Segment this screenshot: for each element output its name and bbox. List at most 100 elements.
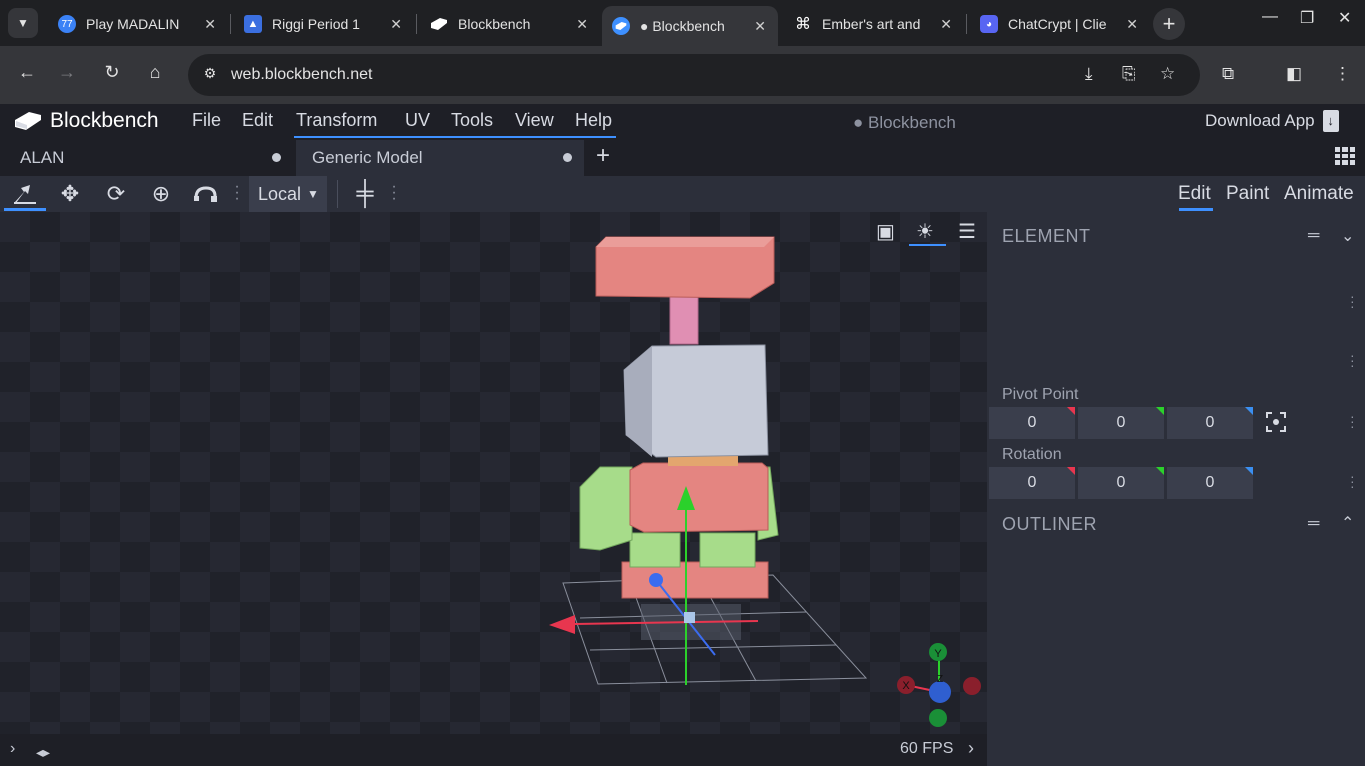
browser-tab[interactable]: ▲ Riggi Period 1 ✕ xyxy=(234,6,414,42)
model-torso-cube[interactable] xyxy=(629,462,769,533)
download-app-button[interactable]: Download App ↓ xyxy=(1205,110,1339,132)
model-scene[interactable]: Y X Z xyxy=(0,212,987,734)
model-right-leg[interactable] xyxy=(699,532,756,568)
lighting-icon[interactable]: ☀ xyxy=(916,219,934,244)
unsaved-dot-icon[interactable] xyxy=(563,153,572,162)
extensions-icon[interactable]: ⧉ xyxy=(1222,64,1234,84)
chevron-up-icon[interactable]: ⌃ xyxy=(1341,513,1354,533)
browser-tab-active[interactable]: ● Blockbench ✕ xyxy=(602,6,778,46)
model-left-arm[interactable] xyxy=(579,466,633,551)
browser-tab[interactable]: ◕ ChatCrypt | Clie ✕ xyxy=(970,6,1150,42)
rotate-tool-icon[interactable]: ⟳ xyxy=(101,180,131,208)
grid-view-icon[interactable] xyxy=(1335,147,1355,165)
background-image-icon[interactable]: ▣ xyxy=(876,219,895,244)
side-panel-icon[interactable]: ◧ xyxy=(1286,64,1302,84)
browser-tab[interactable]: Blockbench ✕ xyxy=(420,6,600,42)
project-tab-alan[interactable]: ALAN xyxy=(0,140,296,176)
chevron-down-icon[interactable]: ⌄ xyxy=(1341,226,1354,246)
panel-more-icon[interactable]: · · · xyxy=(1350,348,1355,372)
close-icon[interactable]: ✕ xyxy=(204,16,216,33)
unsaved-dot-icon[interactable] xyxy=(272,153,281,162)
resize-tool-icon[interactable]: ✥ xyxy=(55,180,85,208)
panel-more-icon[interactable]: · · · xyxy=(1350,469,1355,493)
project-tab-generic-model[interactable]: Generic Model xyxy=(296,140,584,176)
orient-neg-y[interactable] xyxy=(929,709,947,727)
close-icon[interactable]: ✕ xyxy=(754,18,766,35)
close-icon[interactable]: ✕ xyxy=(576,16,588,33)
model-left-leg[interactable] xyxy=(629,532,681,568)
panel-handle-icon[interactable]: ═ xyxy=(1308,227,1319,245)
pivot-z-input[interactable]: 0 xyxy=(1167,407,1253,439)
person-icon: ▲ xyxy=(244,15,262,33)
ember-icon: ⌘ xyxy=(795,16,811,33)
mode-edit[interactable]: Edit xyxy=(1178,183,1211,205)
pivot-y-value: 0 xyxy=(1116,414,1126,431)
close-window-icon[interactable]: ✕ xyxy=(1338,8,1351,28)
toolbar-more-icon[interactable]: · · · xyxy=(234,179,240,207)
back-icon[interactable]: ← xyxy=(14,62,40,83)
z-axis-marker xyxy=(1245,407,1253,415)
tab-divider xyxy=(416,14,417,34)
rotation-x-input[interactable]: 0 xyxy=(989,467,1075,499)
viewport-menu-icon[interactable]: ☰ xyxy=(958,219,976,244)
rotation-z-input[interactable]: 0 xyxy=(1167,467,1253,499)
panel-handle-icon[interactable]: ═ xyxy=(1308,515,1319,533)
panel-more-icon[interactable]: · · · xyxy=(1350,289,1355,313)
orient-z-label: Z xyxy=(937,674,943,685)
site-info-icon[interactable]: ⚙ xyxy=(200,65,220,85)
mirror-modeling-icon[interactable]: ╪ xyxy=(350,180,380,208)
new-project-tab-button[interactable]: + xyxy=(596,142,610,170)
browser-tab[interactable]: ⌘ Ember's art and ✕ xyxy=(784,6,964,42)
tab-search-button[interactable]: ▼ xyxy=(8,8,38,38)
x-axis-marker xyxy=(1067,407,1075,415)
model-neck[interactable] xyxy=(668,456,738,466)
menu-file[interactable]: File xyxy=(192,110,221,131)
restore-icon[interactable]: ❐ xyxy=(1300,8,1314,28)
z-axis-handle[interactable] xyxy=(649,573,663,587)
3d-viewport[interactable]: Y X Z xyxy=(0,212,987,734)
view-cube-icon[interactable]: ◂▸ xyxy=(36,744,50,761)
pivot-tool-icon[interactable]: ⊕ xyxy=(146,180,176,208)
download-icon[interactable]: ⤓ xyxy=(1085,64,1093,84)
pivot-x-input[interactable]: 0 xyxy=(989,407,1075,439)
x-axis-arrow[interactable] xyxy=(549,615,575,634)
menu-highlight xyxy=(294,136,616,138)
forward-icon[interactable]: → xyxy=(54,62,80,83)
close-icon[interactable]: ✕ xyxy=(1126,16,1138,33)
menu-edit[interactable]: Edit xyxy=(242,110,273,131)
rotation-y-input[interactable]: 0 xyxy=(1078,467,1164,499)
bookmark-star-icon[interactable]: ☆ xyxy=(1160,64,1175,84)
pivot-marker[interactable] xyxy=(684,612,695,623)
chevron-right-icon[interactable]: › xyxy=(10,740,15,758)
new-tab-button[interactable]: + xyxy=(1153,8,1185,40)
menu-tools[interactable]: Tools xyxy=(451,110,493,131)
panel-more-icon[interactable]: · · · xyxy=(1350,409,1355,433)
browser-menu-icon[interactable]: ⋮ xyxy=(1334,64,1351,84)
reload-icon[interactable]: ↻ xyxy=(99,62,125,83)
close-icon[interactable]: ✕ xyxy=(940,16,952,33)
active-mode-indicator xyxy=(1179,208,1213,211)
minimize-icon[interactable]: — xyxy=(1262,8,1278,26)
rotation-z-value: 0 xyxy=(1205,474,1215,491)
toolbar-more-icon[interactable]: · · · xyxy=(391,179,397,207)
mode-paint[interactable]: Paint xyxy=(1226,183,1269,205)
menu-uv[interactable]: UV xyxy=(405,110,430,131)
chevron-right-icon[interactable]: › xyxy=(968,738,974,759)
tab-title: ● Blockbench xyxy=(640,18,725,34)
home-icon[interactable]: ⌂ xyxy=(142,62,168,83)
install-app-icon[interactable]: ⎘ xyxy=(1122,64,1136,84)
menu-help[interactable]: Help xyxy=(575,110,612,131)
orient-y-label: Y xyxy=(934,648,942,660)
address-bar[interactable]: ⚙ web.blockbench.net xyxy=(188,54,1200,96)
transform-space-select[interactable]: Local ▼ xyxy=(249,176,327,212)
vertex-snap-icon[interactable] xyxy=(191,180,221,208)
orient-neg-x[interactable] xyxy=(963,677,981,695)
mode-animate[interactable]: Animate xyxy=(1284,183,1354,205)
menu-view[interactable]: View xyxy=(515,110,554,131)
close-icon[interactable]: ✕ xyxy=(390,16,402,33)
menu-transform[interactable]: Transform xyxy=(296,110,377,131)
browser-tab[interactable]: 77 Play MADALIN ✕ xyxy=(48,6,228,42)
center-pivot-icon[interactable] xyxy=(1265,411,1287,433)
pivot-y-input[interactable]: 0 xyxy=(1078,407,1164,439)
move-tool-icon[interactable] xyxy=(10,180,40,208)
